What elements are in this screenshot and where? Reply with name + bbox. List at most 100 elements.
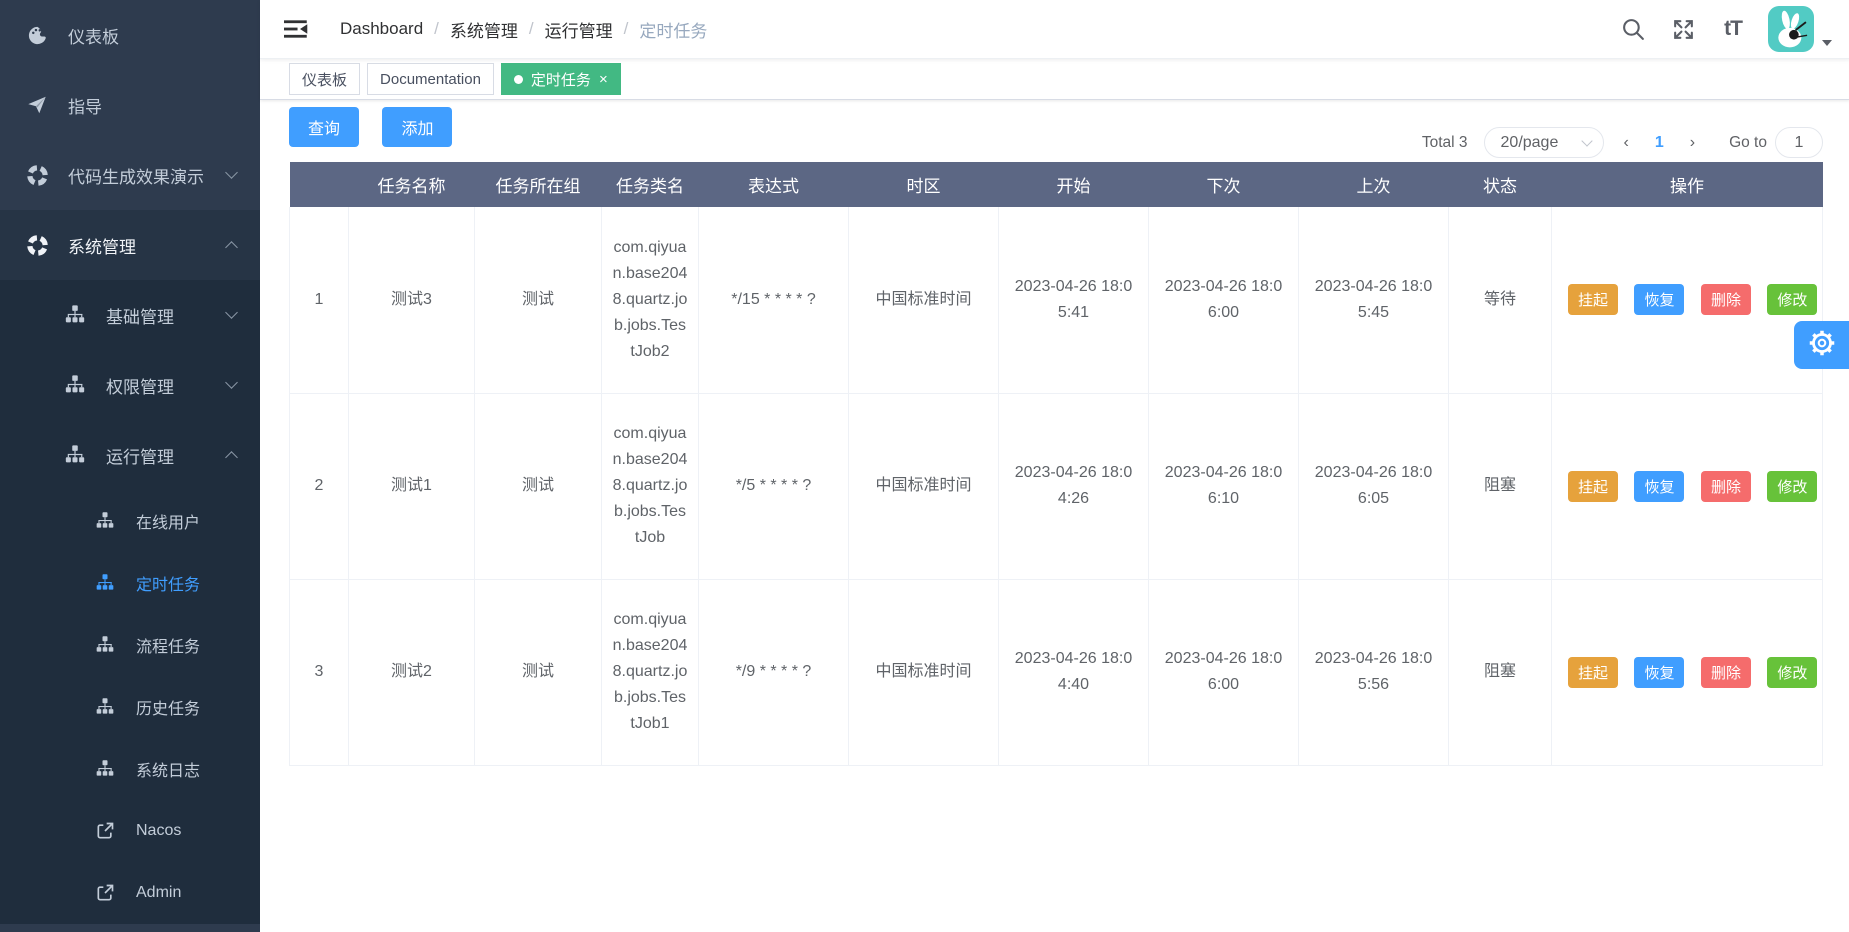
- sidebar-submenu-system: 基础管理 权限管理 运行管理 在线用户: [0, 280, 260, 924]
- goto-page-input[interactable]: [1775, 127, 1823, 158]
- app-root: 仪表板 指导 代码生成效果演示 系统管理: [0, 0, 1849, 932]
- next-page-button[interactable]: ›: [1678, 134, 1707, 152]
- table-row: 3 测试2 测试 com.qiyuan.base2048.quartz.job.…: [290, 579, 1823, 765]
- col-actions: 操作: [1552, 162, 1823, 207]
- resume-button[interactable]: 恢复: [1634, 284, 1684, 315]
- breadcrumb-item-system-mgmt[interactable]: 系统管理: [450, 17, 518, 42]
- cell-index: 3: [290, 579, 349, 765]
- sidebar-item-process-tasks[interactable]: 流程任务: [0, 614, 260, 676]
- breadcrumb-item-dashboard[interactable]: Dashboard: [340, 19, 423, 39]
- cell-prev: 2023-04-26 18:06:05: [1299, 393, 1449, 579]
- breadcrumb-separator: /: [624, 19, 629, 39]
- pagination-total: Total 3: [1422, 134, 1468, 152]
- col-prev: 上次: [1299, 162, 1449, 207]
- cell-next: 2023-04-26 18:06:00: [1149, 207, 1299, 393]
- navbar: Dashboard / 系统管理 / 运行管理 / 定时任务 tT: [260, 0, 1849, 59]
- resume-button[interactable]: 恢复: [1634, 471, 1684, 502]
- prev-page-button[interactable]: ‹: [1612, 134, 1641, 152]
- tree-icon: [92, 511, 118, 531]
- delete-button[interactable]: 删除: [1701, 284, 1751, 315]
- sidebar-item-guide[interactable]: 指导: [0, 70, 260, 140]
- resume-button[interactable]: 恢复: [1634, 657, 1684, 688]
- page-content: 查询 添加 Total 3 20/page ‹ 1 › Go to: [260, 100, 1849, 932]
- tab-documentation[interactable]: Documentation: [367, 63, 494, 95]
- cell-actions: 挂起 恢复 删除 修改: [1552, 579, 1823, 765]
- settings-button[interactable]: [1794, 321, 1849, 369]
- cell-actions: 挂起 恢复 删除 修改: [1552, 207, 1823, 393]
- tree-icon: [62, 444, 88, 466]
- fullscreen-icon[interactable]: [1668, 9, 1698, 49]
- edit-button[interactable]: 修改: [1767, 657, 1817, 688]
- sidebar-item-nacos[interactable]: Nacos: [0, 800, 260, 862]
- cell-index: 1: [290, 207, 349, 393]
- sidebar-item-label: 运行管理: [106, 443, 174, 468]
- user-menu[interactable]: [1768, 6, 1832, 52]
- sidebar-item-scheduled-tasks[interactable]: 定时任务: [0, 552, 260, 614]
- sidebar-item-history-tasks[interactable]: 历史任务: [0, 676, 260, 738]
- tree-icon: [92, 635, 118, 655]
- sidebar-item-dashboard[interactable]: 仪表板: [0, 0, 260, 70]
- cell-status: 阻塞: [1449, 393, 1552, 579]
- col-cron: 表达式: [699, 162, 849, 207]
- suspend-button[interactable]: 挂起: [1568, 471, 1618, 502]
- breadcrumb-item-run-mgmt[interactable]: 运行管理: [545, 17, 613, 42]
- cell-cron: */15 * * * * ?: [699, 207, 849, 393]
- chevron-down-icon: [225, 166, 238, 179]
- sidebar-item-label: Nacos: [136, 822, 181, 840]
- goto-label: Go to: [1729, 134, 1767, 152]
- col-timezone: 时区: [849, 162, 999, 207]
- table-header-row: 任务名称 任务所在组 任务类名 表达式 时区 开始 下次 上次 状态 操作: [290, 162, 1823, 207]
- sidebar-item-label: 在线用户: [136, 509, 200, 533]
- chevron-up-icon: [225, 451, 238, 464]
- suspend-button[interactable]: 挂起: [1568, 284, 1618, 315]
- sidebar-item-online-users[interactable]: 在线用户: [0, 490, 260, 552]
- sidebar-item-label: 定时任务: [136, 571, 200, 595]
- cell-status: 阻塞: [1449, 579, 1552, 765]
- cell-next: 2023-04-26 18:06:10: [1149, 393, 1299, 579]
- suspend-button[interactable]: 挂起: [1568, 657, 1618, 688]
- cell-task-group: 测试: [475, 207, 602, 393]
- sidebar-item-label: 历史任务: [136, 695, 200, 719]
- sidebar-item-label: 系统日志: [136, 757, 200, 781]
- sidebar-item-label: 基础管理: [106, 303, 174, 328]
- font-size-icon[interactable]: tT: [1718, 9, 1748, 49]
- pagination: Total 3 20/page ‹ 1 › Go to: [1422, 127, 1823, 158]
- tab-close-icon[interactable]: ×: [599, 72, 608, 87]
- sidebar-item-system-logs[interactable]: 系统日志: [0, 738, 260, 800]
- tab-scheduled-tasks[interactable]: 定时任务 ×: [501, 63, 621, 95]
- current-page[interactable]: 1: [1649, 134, 1670, 152]
- sidebar: 仪表板 指导 代码生成效果演示 系统管理: [0, 0, 260, 932]
- page-size-select[interactable]: 20/page: [1484, 127, 1604, 158]
- col-status: 状态: [1449, 162, 1552, 207]
- edit-button[interactable]: 修改: [1767, 284, 1817, 315]
- sidebar-item-codegen-demo[interactable]: 代码生成效果演示: [0, 140, 260, 210]
- avatar[interactable]: [1768, 6, 1814, 52]
- sidebar-item-base-mgmt[interactable]: 基础管理: [0, 280, 260, 350]
- external-link-icon: [92, 883, 118, 903]
- chevron-down-icon: [225, 376, 238, 389]
- sidebar-item-system-mgmt[interactable]: 系统管理: [0, 210, 260, 280]
- tree-icon: [62, 304, 88, 326]
- tree-icon: [62, 374, 88, 396]
- delete-button[interactable]: 删除: [1701, 657, 1751, 688]
- delete-button[interactable]: 删除: [1701, 471, 1751, 502]
- col-task-group: 任务所在组: [475, 162, 602, 207]
- query-button[interactable]: 查询: [289, 107, 359, 147]
- edit-button[interactable]: 修改: [1767, 471, 1817, 502]
- cell-start: 2023-04-26 18:04:40: [999, 579, 1149, 765]
- toolbar: 查询 添加 Total 3 20/page ‹ 1 › Go to: [289, 100, 1823, 162]
- sidebar-item-label: 流程任务: [136, 633, 200, 657]
- sidebar-item-admin[interactable]: Admin: [0, 862, 260, 924]
- active-tab-dot: [514, 75, 523, 84]
- sidebar-item-run-mgmt[interactable]: 运行管理: [0, 420, 260, 490]
- sidebar-item-permission-mgmt[interactable]: 权限管理: [0, 350, 260, 420]
- hamburger-icon[interactable]: [284, 18, 310, 40]
- add-button[interactable]: 添加: [382, 107, 452, 147]
- component-icon: [24, 164, 50, 187]
- cell-task-group: 测试: [475, 393, 602, 579]
- search-icon[interactable]: [1618, 9, 1648, 49]
- tab-dashboard[interactable]: 仪表板: [289, 63, 360, 95]
- cell-task-name: 测试3: [349, 207, 475, 393]
- caret-down-icon[interactable]: [1822, 40, 1832, 46]
- dashboard-icon: [24, 24, 50, 47]
